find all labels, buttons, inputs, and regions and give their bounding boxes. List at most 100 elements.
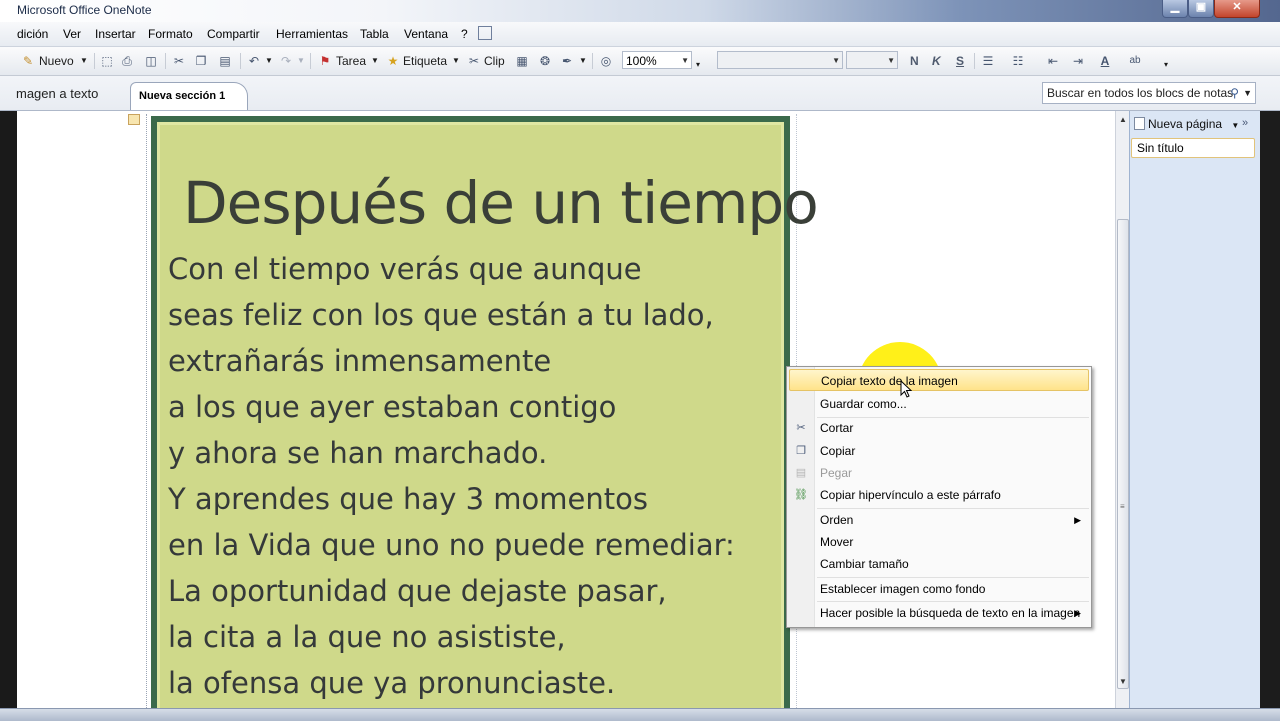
menu-item-mover[interactable]: Mover bbox=[789, 531, 1089, 553]
toolbar-separator bbox=[240, 53, 241, 69]
menu-formato[interactable]: Formato bbox=[148, 27, 193, 41]
menu-insertar[interactable]: Insertar bbox=[95, 27, 136, 41]
search-input[interactable]: Buscar en todos los blocs de notas ⚲ ▼ bbox=[1042, 82, 1256, 104]
context-menu: Copiar texto de la imagen Guardar como..… bbox=[786, 366, 1092, 628]
font-dropdown-arrow[interactable]: ▼ bbox=[832, 52, 840, 70]
undo-dropdown-arrow[interactable]: ▼ bbox=[265, 52, 273, 70]
font-color-icon[interactable]: A bbox=[1097, 53, 1113, 69]
redo-dropdown-arrow[interactable]: ▼ bbox=[297, 52, 305, 70]
paste-icon[interactable]: ▤ bbox=[217, 53, 233, 69]
cut-icon[interactable]: ✂ bbox=[171, 53, 187, 69]
undo-icon[interactable]: ↶ bbox=[246, 53, 262, 69]
search-placeholder: Buscar en todos los blocs de notas bbox=[1047, 86, 1234, 100]
scroll-thumb[interactable]: ≡ bbox=[1117, 219, 1129, 689]
font-size-dropdown-arrow[interactable]: ▼ bbox=[887, 52, 895, 70]
new-button[interactable]: Nuevo bbox=[39, 52, 74, 70]
toolbar-separator bbox=[592, 53, 593, 69]
underline-button[interactable]: S bbox=[956, 52, 964, 70]
task-dropdown-arrow[interactable]: ▼ bbox=[371, 52, 379, 70]
search-scope-dropdown-arrow[interactable]: ▼ bbox=[1243, 83, 1252, 103]
pen-icon[interactable]: ✒ bbox=[559, 53, 575, 69]
menu-compartir[interactable]: Compartir bbox=[207, 27, 260, 41]
tag-button[interactable]: Etiqueta bbox=[403, 52, 447, 70]
menu-item-establecer-fondo[interactable]: Establecer imagen como fondo bbox=[789, 578, 1089, 600]
tab-nueva-seccion-1[interactable]: Nueva sección 1 bbox=[130, 82, 248, 110]
clip-button[interactable]: Clip bbox=[484, 52, 505, 70]
font-size-combo[interactable]: ▼ bbox=[846, 51, 898, 69]
scroll-down-icon[interactable]: ▼ bbox=[1116, 677, 1130, 689]
menu-item-guardar-como[interactable]: Guardar como... bbox=[789, 393, 1089, 415]
scissors-icon: ✂ bbox=[796, 422, 806, 434]
collapse-pane-icon[interactable]: » bbox=[1242, 117, 1248, 129]
menu-item-pegar[interactable]: ▤ Pegar bbox=[789, 462, 1089, 484]
minimize-button[interactable]: ▁ bbox=[1162, 0, 1188, 18]
menu-tabla[interactable]: Tabla bbox=[360, 27, 389, 41]
mouse-cursor-icon bbox=[900, 380, 912, 398]
image-frame-border bbox=[146, 114, 148, 708]
poem-image[interactable]: Después de un tiempo Con el tiempo verás… bbox=[151, 116, 819, 716]
menu-item-copiar-hipervinculo[interactable]: ⛓ Copiar hipervínculo a este párrafo bbox=[789, 484, 1089, 506]
italic-button[interactable]: K bbox=[932, 52, 941, 70]
research-icon[interactable]: ❂ bbox=[537, 53, 553, 69]
redo-icon[interactable]: ↷ bbox=[278, 53, 294, 69]
scroll-up-icon[interactable]: ▲ bbox=[1116, 115, 1130, 127]
page-tab-sin-titulo[interactable]: Sin título bbox=[1131, 138, 1255, 158]
paste-icon: ▤ bbox=[795, 467, 807, 479]
spelling-icon[interactable]: ab bbox=[1127, 53, 1143, 69]
status-bar bbox=[0, 708, 1280, 721]
toolbar-options-arrow[interactable]: ▾ bbox=[696, 56, 700, 74]
navigate-icon[interactable]: ◎ bbox=[598, 53, 614, 69]
hyperlink-icon: ⛓ bbox=[794, 489, 808, 501]
maximize-button[interactable]: ▣ bbox=[1188, 0, 1214, 18]
close-button[interactable]: ✕ bbox=[1214, 0, 1260, 18]
menu-item-copiar[interactable]: ❐ Copiar bbox=[789, 440, 1089, 462]
section-tabs-bar: magen a texto Nueva sección 1 Buscar en … bbox=[0, 76, 1280, 111]
print-icon[interactable]: ⎙ bbox=[119, 53, 135, 69]
new-page-label: Nueva página bbox=[1148, 117, 1223, 131]
new-dropdown-arrow[interactable]: ▼ bbox=[80, 52, 88, 70]
vertical-scrollbar[interactable]: ▲ ≡ ▼ bbox=[1115, 111, 1130, 708]
clip-icon: ✂ bbox=[468, 54, 480, 68]
menu-edicion[interactable]: dición bbox=[17, 27, 48, 41]
zoom-combo[interactable]: 100% ▼ bbox=[622, 51, 692, 69]
print-preview-icon[interactable]: ◫ bbox=[143, 53, 159, 69]
bullets-icon[interactable]: ☰ bbox=[980, 53, 996, 69]
tag-dropdown-arrow[interactable]: ▼ bbox=[452, 52, 460, 70]
open-icon[interactable]: ⬚ bbox=[99, 53, 115, 69]
menu-item-orden[interactable]: Orden ▶ bbox=[789, 509, 1089, 531]
menu-bar: dición Ver Insertar Formato Compartir He… bbox=[0, 22, 1280, 47]
menu-item-cambiar-tamano[interactable]: Cambiar tamaño bbox=[789, 553, 1089, 575]
menu-help[interactable]: ? bbox=[461, 27, 468, 41]
toolbar-separator bbox=[310, 53, 311, 69]
table-icon[interactable]: ▦ bbox=[514, 53, 530, 69]
menu-item-cortar[interactable]: ✂ Cortar bbox=[789, 417, 1089, 439]
zoom-dropdown-arrow[interactable]: ▼ bbox=[681, 52, 689, 70]
task-button[interactable]: Tarea bbox=[336, 52, 366, 70]
toolbar-overflow-arrow[interactable]: ▾ bbox=[1164, 56, 1168, 74]
poem-line: la ofensa que ya pronunciaste. bbox=[168, 666, 616, 700]
menu-item-copiar-texto-imagen[interactable]: Copiar texto de la imagen bbox=[789, 369, 1089, 391]
menu-herramientas[interactable]: Herramientas bbox=[276, 27, 348, 41]
decrease-indent-icon[interactable]: ⇤ bbox=[1045, 53, 1061, 69]
menu-ventana[interactable]: Ventana bbox=[404, 27, 448, 41]
new-page-button[interactable]: Nueva página ▼ bbox=[1134, 117, 1239, 131]
pen-dropdown-arrow[interactable]: ▼ bbox=[579, 52, 587, 70]
search-icon[interactable]: ⚲ bbox=[1230, 83, 1239, 103]
note-container-handle[interactable] bbox=[128, 114, 140, 125]
poem-line: Con el tiempo verás que aunque bbox=[168, 252, 642, 286]
poem-title: Después de un tiempo bbox=[183, 169, 819, 237]
increase-indent-icon[interactable]: ⇥ bbox=[1070, 53, 1086, 69]
grip-icon: ≡ bbox=[1120, 502, 1125, 511]
font-combo[interactable]: ▼ bbox=[717, 51, 843, 69]
restore-window-icon[interactable] bbox=[478, 26, 492, 40]
menu-ver[interactable]: Ver bbox=[63, 27, 81, 41]
submenu-arrow-icon: ▶ bbox=[1074, 608, 1081, 618]
numbering-icon[interactable]: ☷ bbox=[1010, 53, 1026, 69]
new-page-dropdown-arrow[interactable]: ▼ bbox=[1231, 121, 1239, 130]
poem-line: Y aprendes que hay 3 momentos bbox=[168, 482, 648, 516]
copy-icon[interactable]: ❐ bbox=[193, 53, 209, 69]
menu-item-busqueda-texto-imagen[interactable]: Hacer posible la búsqueda de texto en la… bbox=[789, 602, 1089, 624]
poem-line: y ahora se han marchado. bbox=[168, 436, 548, 470]
bold-button[interactable]: N bbox=[910, 52, 919, 70]
tab-imagen-a-texto[interactable]: magen a texto bbox=[16, 86, 98, 101]
